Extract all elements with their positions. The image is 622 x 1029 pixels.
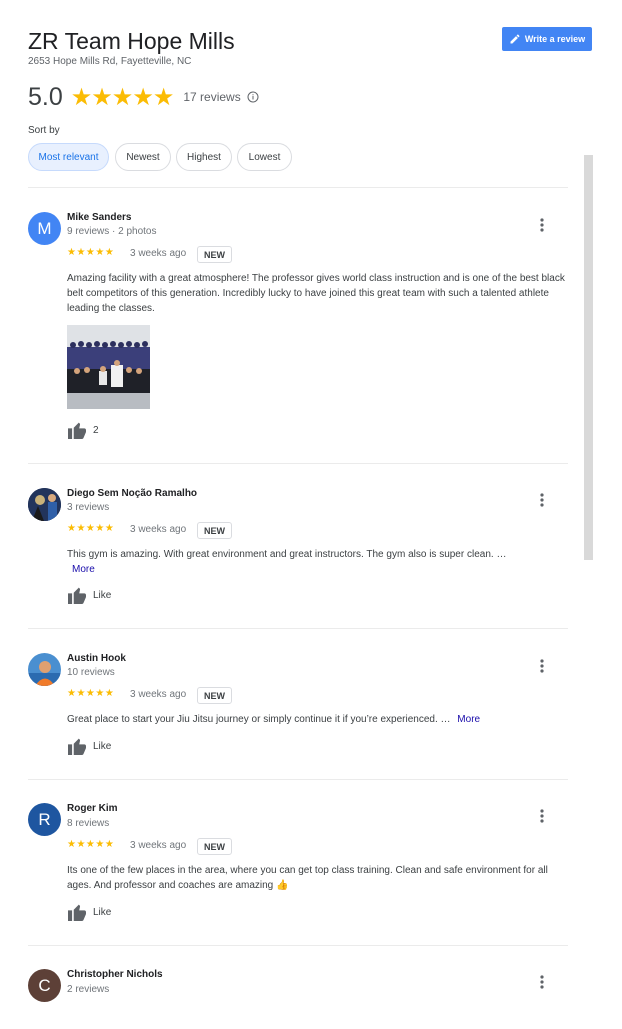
sort-by-label: Sort by bbox=[28, 125, 60, 136]
average-rating: 5.0 bbox=[28, 82, 63, 111]
more-options-button[interactable] bbox=[534, 808, 550, 824]
place-address: 2653 Hope Mills Rd, Fayetteville, NC bbox=[28, 56, 192, 67]
review-date: 3 weeks ago bbox=[130, 248, 187, 259]
review-stars: ★★★★★ bbox=[67, 688, 115, 699]
more-link[interactable]: More bbox=[457, 714, 480, 725]
like-label: Like bbox=[93, 740, 112, 752]
new-badge: NEW bbox=[197, 522, 232, 539]
more-vert-icon bbox=[540, 218, 544, 232]
more-options-button[interactable] bbox=[534, 974, 550, 990]
avatar[interactable]: R bbox=[28, 803, 61, 836]
thumb-up-icon bbox=[68, 904, 86, 921]
like-button[interactable]: Like bbox=[67, 737, 111, 755]
review-text: This gym is amazing. With great environm… bbox=[67, 547, 572, 577]
rating-stars: ★★★★★ bbox=[70, 83, 175, 111]
sort-chip-lowest[interactable]: Lowest bbox=[237, 143, 292, 171]
like-button[interactable]: Like bbox=[67, 586, 111, 604]
review-stars: ★★★★★ bbox=[67, 247, 115, 258]
write-review-button[interactable]: Write a review bbox=[502, 27, 592, 51]
reviewer-meta: 9 reviews · 2 photos bbox=[67, 226, 157, 237]
new-badge: NEW bbox=[197, 246, 232, 263]
rating-summary: 5.0 ★★★★★ 17 reviews bbox=[28, 82, 259, 112]
reviewer-meta: 10 reviews bbox=[67, 667, 115, 678]
new-badge: NEW bbox=[197, 687, 232, 704]
sort-chip-highest[interactable]: Highest bbox=[176, 143, 232, 171]
thumb-up-icon bbox=[68, 587, 86, 604]
reviewer-name[interactable]: Christopher Nichols bbox=[67, 969, 163, 980]
like-label: Like bbox=[93, 589, 112, 601]
review-date: 3 weeks ago bbox=[130, 524, 187, 535]
like-count: 2 bbox=[93, 424, 99, 436]
review-date: 3 weeks ago bbox=[130, 840, 187, 851]
more-options-button[interactable] bbox=[534, 658, 550, 674]
review-photo[interactable] bbox=[67, 325, 150, 409]
review-text: Great place to start your Jiu Jitsu jour… bbox=[67, 712, 572, 727]
divider bbox=[28, 463, 568, 464]
more-options-button[interactable] bbox=[534, 492, 550, 508]
more-options-button[interactable] bbox=[534, 217, 550, 233]
new-badge: NEW bbox=[197, 838, 232, 855]
more-link[interactable]: More bbox=[72, 564, 95, 575]
sort-chip-newest[interactable]: Newest bbox=[115, 143, 171, 171]
scrollbar[interactable] bbox=[584, 155, 593, 560]
avatar[interactable]: C bbox=[28, 969, 61, 1002]
reviewer-meta: 8 reviews bbox=[67, 818, 110, 829]
place-title: ZR Team Hope Mills bbox=[28, 28, 235, 54]
reviewer-meta: 2 reviews bbox=[67, 984, 110, 995]
avatar[interactable]: M bbox=[28, 212, 61, 245]
review-text: Amazing facility with a great atmosphere… bbox=[67, 273, 565, 314]
review-text-body: This gym is amazing. With great environm… bbox=[67, 549, 507, 560]
like-label: Like bbox=[93, 906, 112, 918]
review-stars: ★★★★★ bbox=[67, 523, 115, 534]
avatar[interactable] bbox=[28, 653, 61, 686]
thumb-up-icon bbox=[68, 422, 86, 439]
info-icon[interactable] bbox=[247, 91, 259, 103]
review-count: 17 reviews bbox=[183, 90, 241, 104]
divider bbox=[28, 779, 568, 780]
review-text-body: Great place to start your Jiu Jitsu jour… bbox=[67, 714, 451, 725]
more-vert-icon bbox=[540, 659, 544, 673]
write-review-label: Write a review bbox=[524, 34, 586, 44]
more-vert-icon bbox=[540, 493, 544, 507]
reviewer-name[interactable]: Austin Hook bbox=[67, 653, 126, 664]
like-button[interactable]: Like bbox=[67, 903, 111, 921]
reviewer-name[interactable]: Mike Sanders bbox=[67, 212, 131, 223]
sort-chip-most-relevant[interactable]: Most relevant bbox=[28, 143, 109, 171]
like-button[interactable]: 2 bbox=[67, 421, 99, 439]
divider bbox=[28, 945, 568, 946]
more-vert-icon bbox=[540, 809, 544, 823]
divider bbox=[28, 187, 568, 188]
avatar[interactable] bbox=[28, 488, 61, 521]
pencil-icon bbox=[510, 34, 520, 44]
review-date: 3 weeks ago bbox=[130, 689, 187, 700]
reviewer-name[interactable]: Roger Kim bbox=[67, 803, 118, 814]
more-vert-icon bbox=[540, 975, 544, 989]
review-stars: ★★★★★ bbox=[67, 839, 115, 850]
reviewer-name[interactable]: Diego Sem Noção Ramalho bbox=[67, 488, 197, 499]
review-text: Its one of the few places in the area, w… bbox=[67, 865, 548, 891]
divider bbox=[28, 628, 568, 629]
thumb-up-icon bbox=[68, 738, 86, 755]
reviewer-meta: 3 reviews bbox=[67, 502, 110, 513]
